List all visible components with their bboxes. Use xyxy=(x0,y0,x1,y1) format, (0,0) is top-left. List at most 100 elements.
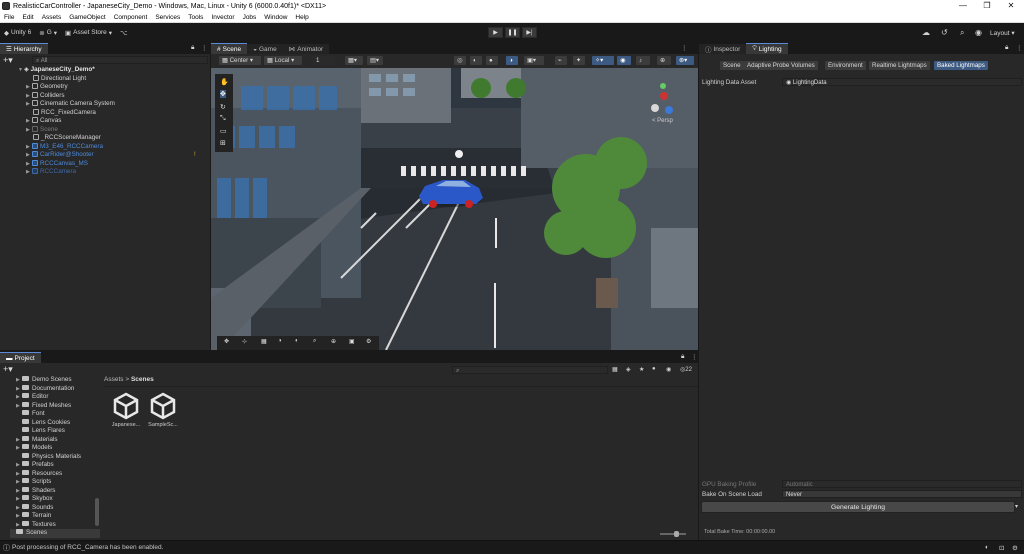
asset-sample-scene[interactable]: SampleSc... xyxy=(145,392,181,434)
lock-icon[interactable]: 🔒︎ xyxy=(681,353,684,361)
overlay-snap-icon[interactable]: ⊹ xyxy=(242,338,247,345)
folder-demo-scenes[interactable]: ▶ Demo Scenes xyxy=(16,376,72,385)
scene-gizmo-label[interactable]: < Persp xyxy=(652,118,673,124)
overlay-pivot-icon[interactable]: ⊕ xyxy=(331,338,336,345)
hierarchy-row-directional-light[interactable]: Directional Light xyxy=(33,74,86,84)
folder-materials[interactable]: ▶ Materials xyxy=(16,435,58,445)
rect-tool-icon[interactable]: ▭ xyxy=(220,127,227,135)
scale-tool-icon[interactable]: ⤡ xyxy=(220,115,226,123)
tab-lighting[interactable]: 💡︎ Lighting xyxy=(746,43,788,54)
increment-snap-button[interactable]: ▤▾ xyxy=(367,56,383,65)
menu-gameobject[interactable]: GameObject xyxy=(65,14,110,21)
move-tool-icon[interactable]: ✥ xyxy=(220,90,226,98)
orientation-button[interactable]: ◎ xyxy=(454,56,466,65)
menu-help[interactable]: Help xyxy=(291,14,312,21)
search-icon[interactable]: ⌕ xyxy=(960,28,964,38)
audio-button[interactable]: ♪ xyxy=(636,56,650,65)
account-button[interactable]: ⊚ G ▾ xyxy=(35,29,61,37)
asset-japanese-scene[interactable]: Japanese... xyxy=(108,392,144,434)
transform-tool-icon[interactable]: ⊞ xyxy=(220,139,226,147)
space-dropdown[interactable]: ▦ Local ▾ xyxy=(264,56,302,65)
overlay-lighting-icon[interactable]: ◑ xyxy=(278,338,282,344)
visibility-icon[interactable]: ◉ xyxy=(666,366,671,373)
breadcrumb-scenes[interactable]: Scenes xyxy=(131,376,154,383)
folder-shaders[interactable]: ▶ Shaders xyxy=(16,486,55,496)
progress-icon[interactable]: ◐ xyxy=(985,544,989,551)
hierarchy-row-canvas[interactable]: ▶ Canvas xyxy=(26,117,61,126)
layout-dropdown[interactable]: Layout ▾ xyxy=(990,29,1015,37)
menu-edit[interactable]: Edit xyxy=(18,14,37,21)
draw-mode-button[interactable]: ◐ xyxy=(470,56,482,65)
lighting-tab-scene[interactable]: Scene xyxy=(720,61,744,70)
version-control-button[interactable]: ⌥ xyxy=(116,29,132,37)
overlay-camera-icon[interactable]: ▣ xyxy=(349,338,355,345)
asset-store-button[interactable]: ▣ Asset Store ▾ xyxy=(61,29,116,37)
folder-fixed-meshes[interactable]: ▶ Fixed Meshes xyxy=(16,401,71,411)
hierarchy-row-fixed-camera[interactable]: RCC_FixedCamera xyxy=(33,108,96,118)
status-message[interactable]: Post processing of RCC_Camera has been e… xyxy=(12,544,163,551)
unity-version-button[interactable]: ◆ Unity 6 xyxy=(0,29,35,37)
kebab-menu-icon[interactable]: ⋮ xyxy=(201,44,208,52)
hierarchy-row-scene[interactable]: ▶ Scene xyxy=(26,125,58,135)
folder-textures[interactable]: ▶ Textures xyxy=(16,520,56,530)
folder-skybox[interactable]: ▶ Skybox xyxy=(16,495,53,504)
2d-button[interactable]: ⊕ xyxy=(657,56,671,65)
folder-tree-scrollbar[interactable] xyxy=(95,498,99,526)
project-create-button[interactable]: +▾ xyxy=(3,364,13,375)
filter-label-icon[interactable]: ◈ xyxy=(626,366,631,373)
breadcrumb-assets[interactable]: Assets xyxy=(104,376,124,383)
network-icon[interactable]: ⊡ xyxy=(999,544,1004,552)
tools-overlay-button[interactable]: ⌁ xyxy=(555,56,567,65)
chevron-down-icon[interactable]: ▾ xyxy=(1015,503,1018,510)
tab-game[interactable]: ◒ Game xyxy=(247,43,283,54)
hierarchy-search-input[interactable]: ⌕ All xyxy=(32,56,208,64)
lock-icon[interactable]: 🔒︎ xyxy=(1005,44,1008,52)
history-icon[interactable]: ↺ xyxy=(941,28,948,37)
account-icon[interactable]: ◉ xyxy=(975,28,982,37)
icon-size-slider[interactable] xyxy=(660,531,686,537)
hierarchy-row-rcccamera[interactable]: ▶ RCCCamera xyxy=(26,168,76,177)
kebab-menu-icon[interactable]: ⋮ xyxy=(691,353,698,361)
folder-terrain[interactable]: ▶ Terrain xyxy=(16,512,51,521)
play-button[interactable]: ▶ xyxy=(488,27,503,38)
kebab-menu-icon[interactable]: ⋮ xyxy=(1016,44,1023,52)
camera-settings-button[interactable]: ▣▾ xyxy=(524,56,544,65)
hierarchy-row-m3-camera[interactable]: ▶ M3_E46_RCCCamera xyxy=(26,142,103,152)
project-search-input[interactable]: ⌕ xyxy=(452,366,608,374)
scene-viewport[interactable]: < Persp ✋ ✥ ↻ ⤡ ▭ ⊞ ✥ ⊹ ▦ ◑ ◐ ⌕ ⊕ ▣ ⚙ xyxy=(211,68,698,350)
tab-animator[interactable]: ⋈ Animator xyxy=(282,43,330,54)
hierarchy-row-geometry[interactable]: ▶ Geometry xyxy=(26,83,68,92)
lighting-toggle[interactable]: ◑ xyxy=(506,56,518,65)
folder-sounds[interactable]: ▶ Sounds xyxy=(16,503,53,513)
step-button[interactable]: ▶| xyxy=(522,27,537,38)
folder-resources[interactable]: ▶ Resources xyxy=(16,469,62,479)
menu-invector[interactable]: Invector xyxy=(207,14,238,21)
folder-models[interactable]: ▶ Models xyxy=(16,444,52,453)
hierarchy-row-scene-manager[interactable]: _RCCSceneManager xyxy=(33,134,101,143)
grid-snap-button[interactable]: ▦▾ xyxy=(345,56,363,65)
lighting-tab-environment[interactable]: Environment xyxy=(825,61,866,70)
folder-editor[interactable]: ▶ Editor xyxy=(16,393,48,402)
hierarchy-row-rcccanvas[interactable]: ▶ RCCCanvas_MS xyxy=(26,159,88,169)
menu-tools[interactable]: Tools xyxy=(184,14,207,21)
filter-star-icon[interactable]: ★ xyxy=(639,366,644,373)
menu-component[interactable]: Component xyxy=(110,14,152,21)
overlay-search-icon[interactable]: ⌕ xyxy=(313,338,316,345)
menu-jobs[interactable]: Jobs xyxy=(239,14,261,21)
favorite-icon[interactable]: ● xyxy=(652,366,656,372)
overlay-shading-icon[interactable]: ◐ xyxy=(295,338,299,344)
tab-hierarchy[interactable]: ☰ Hierarchy xyxy=(0,43,48,54)
hierarchy-row-colliders[interactable]: ▶ Colliders xyxy=(26,91,65,101)
shaded-button[interactable]: ● xyxy=(486,56,498,65)
maximize-icon[interactable]: ❐ xyxy=(976,0,998,12)
scene-root-row[interactable]: ▼◈ JapaneseCity_Demo* xyxy=(18,66,95,75)
folder-physics-materials[interactable]: Physics Materials xyxy=(16,452,81,462)
lighting-tab-apv[interactable]: Adaptive Probe Volumes xyxy=(744,61,818,70)
menu-file[interactable]: File xyxy=(0,14,18,21)
lighting-tab-baked[interactable]: Baked Lightmaps xyxy=(934,61,988,70)
effects-dropdown[interactable]: ✧▾ xyxy=(592,56,614,65)
overlay-settings-icon[interactable]: ⚙ xyxy=(366,338,371,345)
close-icon[interactable]: ✕ xyxy=(1000,0,1022,12)
folder-lens-cookies[interactable]: Lens Cookies xyxy=(16,418,70,428)
cloud-icon[interactable]: ☁ xyxy=(922,28,930,37)
